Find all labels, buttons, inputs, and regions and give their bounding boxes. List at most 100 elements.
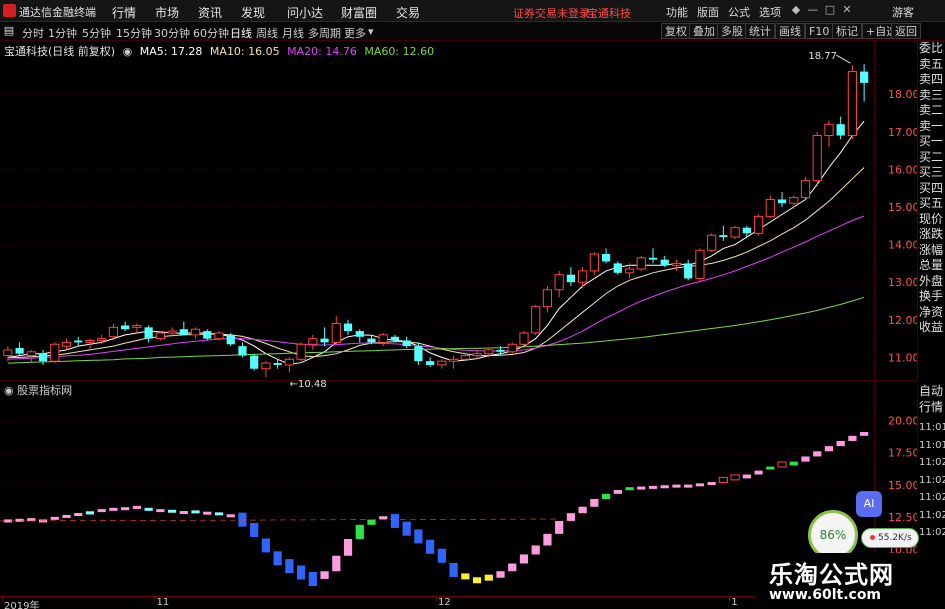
maximize-icon[interactable]: □ (823, 3, 837, 17)
indicator-settings-icon[interactable]: ◉ (4, 384, 14, 397)
tick-time: 11:02 (919, 492, 945, 503)
adjust-price-button[interactable]: 复权 (661, 23, 691, 39)
indicator-bar (660, 485, 669, 489)
menu-functions[interactable]: 功能 (666, 4, 688, 20)
menu-wealth-circle[interactable]: 财富圈 (341, 4, 377, 21)
order-item-3[interactable]: 卖三 (918, 88, 945, 104)
order-item-0[interactable]: 委比 (918, 41, 945, 57)
network-speed-pill: 55.2K/s (861, 528, 919, 548)
menu-trade[interactable]: 交易 (396, 4, 420, 21)
candle-body-down (250, 355, 259, 369)
order-item-17[interactable]: 净资 (918, 305, 945, 321)
order-item-11[interactable]: 现价 (918, 212, 945, 228)
speed-dot-icon (870, 535, 875, 540)
order-item-14[interactable]: 总量 (918, 258, 945, 274)
menu-options[interactable]: 选项 (759, 4, 781, 20)
order-item-6[interactable]: 买一 (918, 134, 945, 150)
candle-body-down (390, 336, 400, 341)
menu-discover[interactable]: 发现 (241, 4, 265, 21)
minimize-icon[interactable]: — (806, 3, 820, 17)
multi-stock-button[interactable]: 多股 (717, 23, 747, 39)
candle-body-up (378, 334, 388, 343)
indicator-bar-pink (543, 533, 552, 546)
candle-body-down (660, 259, 669, 266)
tab-30min[interactable]: 30分钟 (154, 25, 190, 41)
menu-news[interactable]: 资讯 (198, 4, 222, 21)
user-guest[interactable]: 游客 (892, 4, 914, 20)
statistics-button[interactable]: 统计 (745, 23, 775, 39)
auto-quote-item-0[interactable]: 自动 (918, 384, 945, 400)
tab-15min[interactable]: 15分钟 (116, 25, 152, 41)
order-item-13[interactable]: 涨幅 (918, 243, 945, 259)
candle-body-down (74, 340, 83, 343)
chart-settings-icon[interactable]: ▤ (2, 24, 16, 38)
order-item-7[interactable]: 买二 (918, 150, 945, 166)
candle-body-up (214, 332, 224, 340)
order-item-8[interactable]: 买三 (918, 165, 945, 181)
tab-multi-period[interactable]: 多周期 (308, 25, 341, 41)
tick-time: 11:01 (919, 439, 945, 451)
ai-assistant-button[interactable]: AI (856, 491, 882, 517)
order-item-12[interactable]: 涨跌 (918, 227, 945, 243)
candle-body-down (777, 199, 787, 204)
f10-button[interactable]: F10 (805, 23, 834, 39)
menu-quotes[interactable]: 行情 (112, 4, 136, 21)
candle-body-up (812, 135, 822, 182)
back-button[interactable]: 返回 (891, 23, 921, 39)
candle-body-down (121, 325, 130, 330)
candle-body-up (26, 351, 36, 357)
tab-daily[interactable]: 日线 (230, 25, 252, 41)
order-item-2[interactable]: 卖四 (918, 72, 945, 88)
watermark-url: www.60lt.com (769, 587, 882, 603)
price-tick-label: 12.00 (888, 314, 917, 327)
order-item-4[interactable]: 卖二 (918, 103, 945, 119)
tab-monthly[interactable]: 月线 (282, 25, 304, 41)
indicator-bar-pink (332, 555, 341, 572)
order-item-9[interactable]: 买四 (918, 181, 945, 197)
tab-weekly[interactable]: 周线 (256, 25, 278, 41)
overlay-button[interactable]: 叠加 (689, 23, 719, 39)
candle-body-up (707, 234, 717, 251)
close-icon[interactable]: ✕ (840, 3, 854, 17)
candle-body-down (355, 331, 364, 337)
candle-body-up (531, 306, 541, 334)
trade-login-notice[interactable]: 证券交易未登录 (513, 5, 590, 21)
more-dropdown-icon[interactable]: ▾ (368, 25, 374, 38)
kline-chart[interactable]: 11.00 12.00 13.00 14.00 15.00 16.00 17.00 18.00… (0, 41, 917, 596)
indicator-bar (156, 509, 165, 513)
mark-button[interactable]: 标记 (832, 23, 862, 39)
app-title: 通达信金融终端 (19, 6, 96, 19)
candle-body-down (203, 331, 212, 339)
tab-more[interactable]: 更多 (344, 25, 366, 41)
order-item-16[interactable]: 换手 (918, 289, 945, 305)
auto-quote-item-1[interactable]: 行情 (918, 400, 945, 416)
ma60-line (7, 296, 865, 364)
order-item-18[interactable]: 收益 (918, 320, 945, 336)
indicator-bar (672, 484, 681, 488)
indicator-baseline (0, 518, 561, 522)
menu-bar: 通达信金融终端 行情 市场 资讯 发现 问小达 财富圈 交易 证券交易未登录 宝… (0, 0, 945, 22)
order-item-10[interactable]: 买五 (918, 196, 945, 212)
skin-icon[interactable]: ◆ (789, 3, 803, 17)
candle-body-down (719, 235, 728, 238)
watermark-title: 乐淘公式网 (769, 560, 894, 589)
draw-line-button[interactable]: 画线 (775, 23, 805, 39)
tab-timeshare[interactable]: 分时 (22, 25, 44, 41)
order-item-1[interactable]: 卖五 (918, 57, 945, 73)
candle-body-up (507, 343, 517, 353)
candle-body-down (320, 338, 329, 343)
site-watermark: 乐淘公式网 www.60lt.com (755, 553, 945, 609)
order-item-15[interactable]: 外盘 (918, 274, 945, 290)
menu-formula[interactable]: 公式 (728, 4, 750, 20)
tab-5min[interactable]: 5分钟 (82, 25, 111, 41)
indicator-bar-pink (860, 431, 869, 436)
tab-60min[interactable]: 60分钟 (193, 25, 229, 41)
tab-1min[interactable]: 1分钟 (48, 25, 77, 41)
indicator-bar (789, 461, 798, 466)
menu-ask-xiaoda[interactable]: 问小达 (287, 4, 323, 21)
order-book-panel: 委比 卖五 卖四 卖三 卖二 卖一 买一 买二 买三 买四 买五 现价 涨跌 涨幅 总量 外盘 换手 净资 收益 (917, 41, 945, 381)
menu-layout[interactable]: 版面 (697, 4, 719, 20)
menu-market[interactable]: 市场 (155, 4, 179, 21)
order-item-5[interactable]: 卖一 (918, 119, 945, 135)
high-price-label: 18.77 (808, 51, 837, 62)
